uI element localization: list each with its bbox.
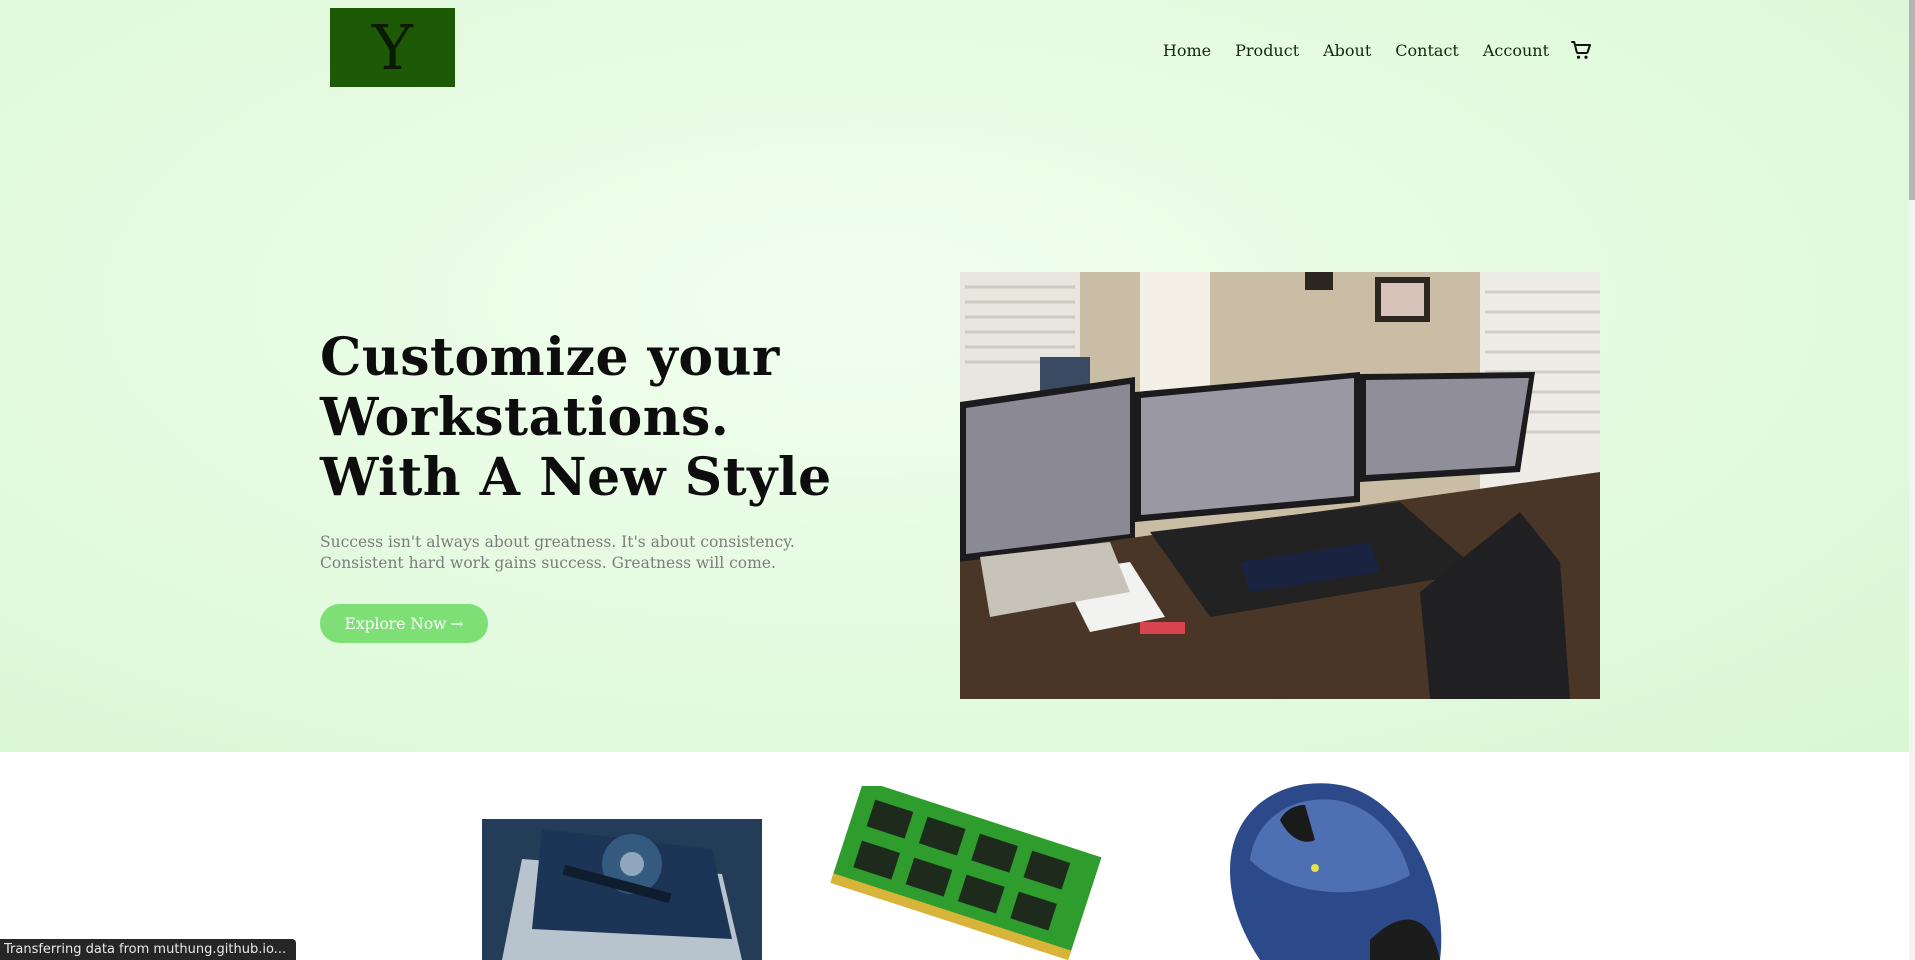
headline-line-1: Customize your <box>320 327 780 388</box>
nav-contact[interactable]: Contact <box>1395 41 1459 60</box>
explore-now-label: Explore Now <box>344 614 447 633</box>
shopping-cart-icon[interactable] <box>1569 38 1593 62</box>
hard-drive-photo[interactable] <box>482 819 762 960</box>
workstation-desk-photo <box>960 272 1600 699</box>
headline-line-2: Workstations. <box>320 387 730 448</box>
explore-now-button[interactable]: Explore Now → <box>320 604 488 643</box>
nav-home[interactable]: Home <box>1163 41 1211 60</box>
site-logo[interactable]: Y <box>330 8 455 87</box>
page-scrollbar[interactable] <box>1909 0 1915 960</box>
nav-account[interactable]: Account <box>1483 41 1549 60</box>
arrow-right-icon: → <box>450 614 464 633</box>
main-nav: Home Product About Contact Account <box>1139 38 1593 62</box>
nav-about[interactable]: About <box>1323 41 1371 60</box>
nav-product[interactable]: Product <box>1235 41 1299 60</box>
ram-module-photo[interactable] <box>822 786 1108 960</box>
logo-letter: Y <box>372 10 413 84</box>
wireless-mouse-photo[interactable] <box>1170 780 1450 960</box>
headline-line-3: With A New Style <box>320 447 832 508</box>
browser-status-bar: Transferring data from muthung.github.io… <box>0 939 297 960</box>
scrollbar-thumb[interactable] <box>1909 0 1915 200</box>
hero-subtext: Success isn't always about greatness. It… <box>320 533 795 572</box>
hero-section <box>0 0 1909 752</box>
hero-headline: Customize your Workstations. With A New … <box>320 328 880 508</box>
